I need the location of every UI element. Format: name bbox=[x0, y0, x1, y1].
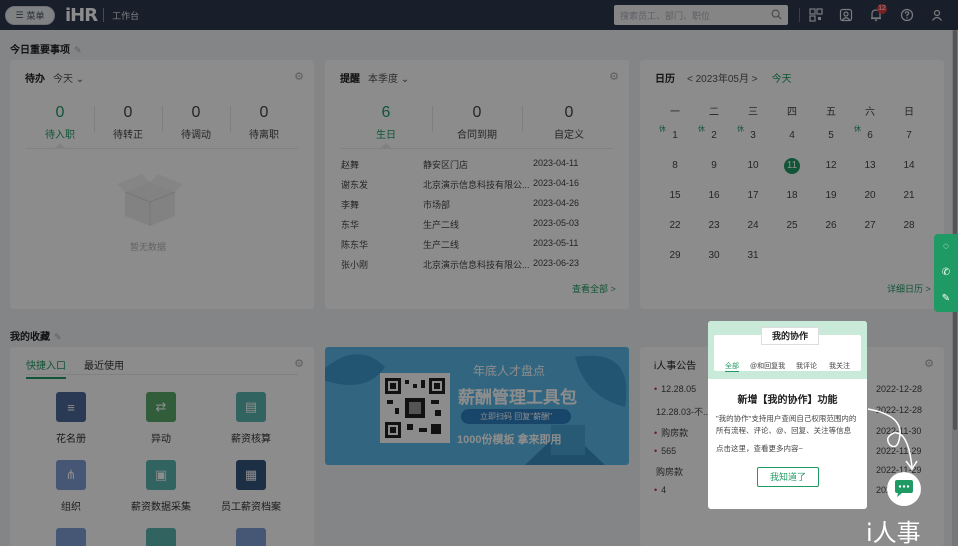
feature-popup: 全部 @和回复我 我评论 我关注 我的协作 新增【我的协作】功能 "我的协作"支… bbox=[708, 321, 867, 509]
popup-body-more: 点击这里，查看更多内容~ bbox=[716, 444, 803, 453]
side-toolbar: ◌ ✆ ✎ bbox=[934, 234, 958, 312]
popup-heading: 新增【我的协作】功能 bbox=[737, 395, 838, 406]
phone-icon[interactable]: ✆ bbox=[940, 267, 952, 279]
pen-icon[interactable]: ✎ bbox=[940, 293, 952, 305]
help-chat-button[interactable] bbox=[887, 472, 921, 506]
popup-preview-title: 我的协作 bbox=[761, 327, 819, 345]
preview-tab: 我评论 bbox=[796, 363, 817, 370]
popup-body: "我的协作"支持用户查阅自己权限范围内的所有流程、评论、@、回复、关注等信息 bbox=[716, 414, 857, 435]
preview-tab: @和回复我 bbox=[750, 363, 786, 370]
watermark: i人事 bbox=[866, 519, 921, 546]
popup-header: 全部 @和回复我 我评论 我关注 我的协作 bbox=[708, 321, 867, 379]
pointer-arrow-icon bbox=[867, 408, 918, 471]
got-it-button[interactable]: 我知道了 bbox=[757, 467, 819, 487]
preview-tab: 我关注 bbox=[829, 363, 850, 370]
chat-bubble-icon bbox=[895, 480, 913, 497]
chat-icon[interactable]: ◌ bbox=[940, 241, 952, 253]
preview-tab: 全部 bbox=[725, 363, 739, 372]
